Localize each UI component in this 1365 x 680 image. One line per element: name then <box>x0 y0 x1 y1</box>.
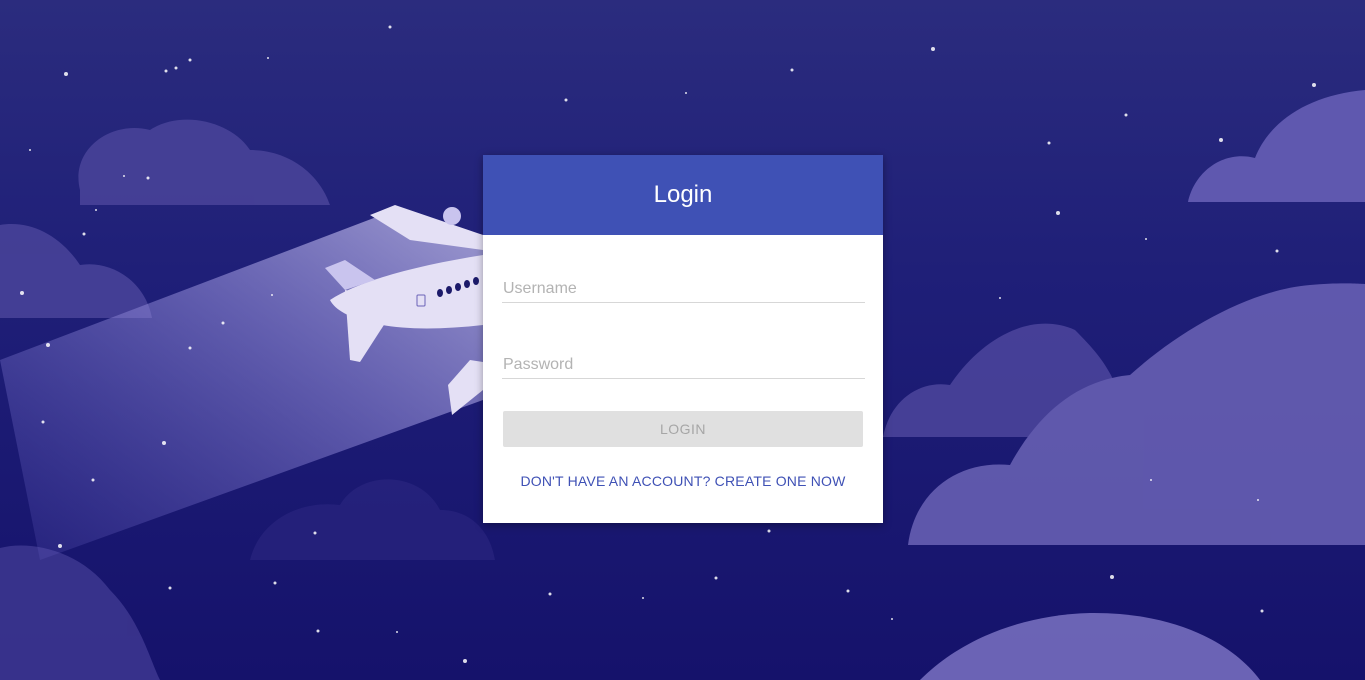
login-title: Login <box>653 181 713 208</box>
password-input[interactable] <box>502 352 865 379</box>
login-button-label: LOGIN <box>659 421 707 437</box>
create-account-link[interactable]: DON'T HAVE AN ACCOUNT? CREATE ONE NOW <box>483 473 883 489</box>
username-field-wrapper <box>502 276 865 303</box>
password-field-wrapper <box>502 352 865 379</box>
login-card: Login LOGIN DON'T HAVE AN ACCOUNT? CREAT… <box>483 155 883 523</box>
login-card-header: Login <box>483 155 883 235</box>
username-input[interactable] <box>502 276 865 303</box>
login-button[interactable]: LOGIN <box>503 411 863 447</box>
